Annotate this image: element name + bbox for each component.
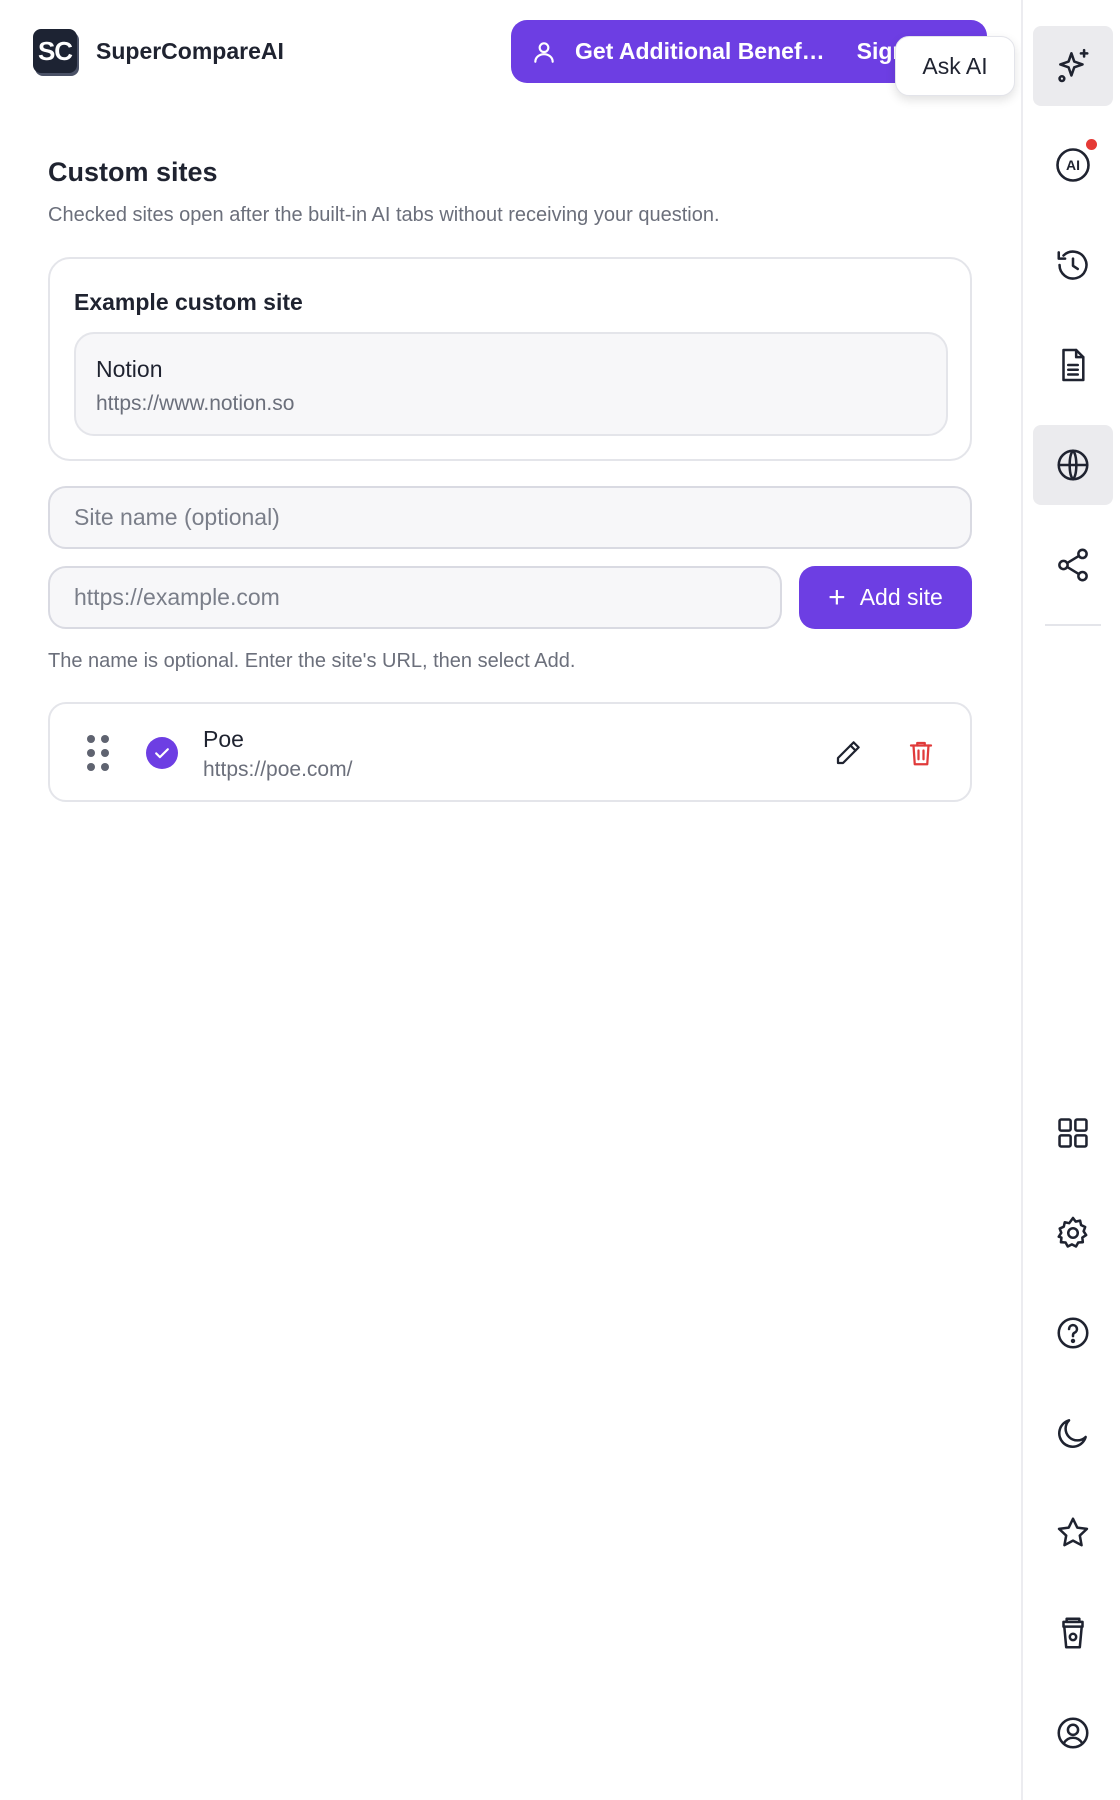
brand-name: SuperCompareAI — [96, 38, 284, 64]
example-site-name: Notion — [96, 356, 163, 382]
user-icon — [531, 39, 557, 65]
site-url: https://poe.com/ — [203, 758, 353, 781]
notification-dot — [1086, 139, 1097, 150]
site-enabled-checkbox[interactable] — [146, 737, 178, 769]
gear-icon[interactable] — [1033, 1193, 1113, 1273]
site-name-input[interactable] — [48, 486, 972, 549]
app-root: SC SuperCompareAI Get Additional Benef… … — [0, 0, 1120, 1800]
ask-ai-tooltip: Ask AI — [895, 36, 1015, 96]
page-title: Custom sites — [48, 157, 218, 187]
example-site: Notion https://www.notion.so — [74, 332, 948, 436]
add-site-label: Add site — [859, 584, 943, 610]
help-icon[interactable] — [1033, 1293, 1113, 1373]
user-icon[interactable] — [1033, 1693, 1113, 1773]
site-name: Poe — [203, 726, 244, 752]
ai-icon[interactable]: AI — [1033, 125, 1113, 205]
ai-icon-label: AI — [1066, 157, 1080, 173]
get-benefits-label: Get Additional Benef… — [575, 38, 825, 64]
trash-icon[interactable] — [906, 738, 936, 768]
app-logo: SC — [33, 29, 77, 73]
history-icon[interactable] — [1033, 225, 1113, 305]
plus-icon: + — [828, 580, 846, 614]
globe-icon[interactable] — [1033, 425, 1113, 505]
pencil-icon[interactable] — [833, 738, 863, 768]
document-icon[interactable] — [1033, 325, 1113, 405]
form-hint: The name is optional. Enter the site's U… — [48, 650, 576, 672]
coffee-icon[interactable] — [1033, 1593, 1113, 1673]
example-site-url: https://www.notion.so — [96, 392, 295, 415]
example-card: Example custom site Notion https://www.n… — [48, 257, 972, 461]
share-icon[interactable] — [1033, 525, 1113, 605]
add-site-button[interactable]: + Add site — [799, 566, 972, 629]
example-card-title: Example custom site — [74, 289, 303, 315]
moon-icon[interactable] — [1033, 1393, 1113, 1473]
site-url-input[interactable] — [48, 566, 782, 629]
drag-handle-icon[interactable] — [86, 734, 110, 772]
main-panel: SC SuperCompareAI Get Additional Benef… … — [0, 0, 1022, 1800]
grid-icon[interactable] — [1033, 1093, 1113, 1173]
sparkles-icon[interactable] — [1033, 26, 1113, 106]
site-list-item: Poe https://poe.com/ — [48, 702, 972, 802]
page-description: Checked sites open after the built-in AI… — [48, 204, 720, 226]
right-sidebar: AI — [1021, 0, 1120, 1800]
star-icon[interactable] — [1033, 1493, 1113, 1573]
rail-divider — [1045, 624, 1101, 626]
